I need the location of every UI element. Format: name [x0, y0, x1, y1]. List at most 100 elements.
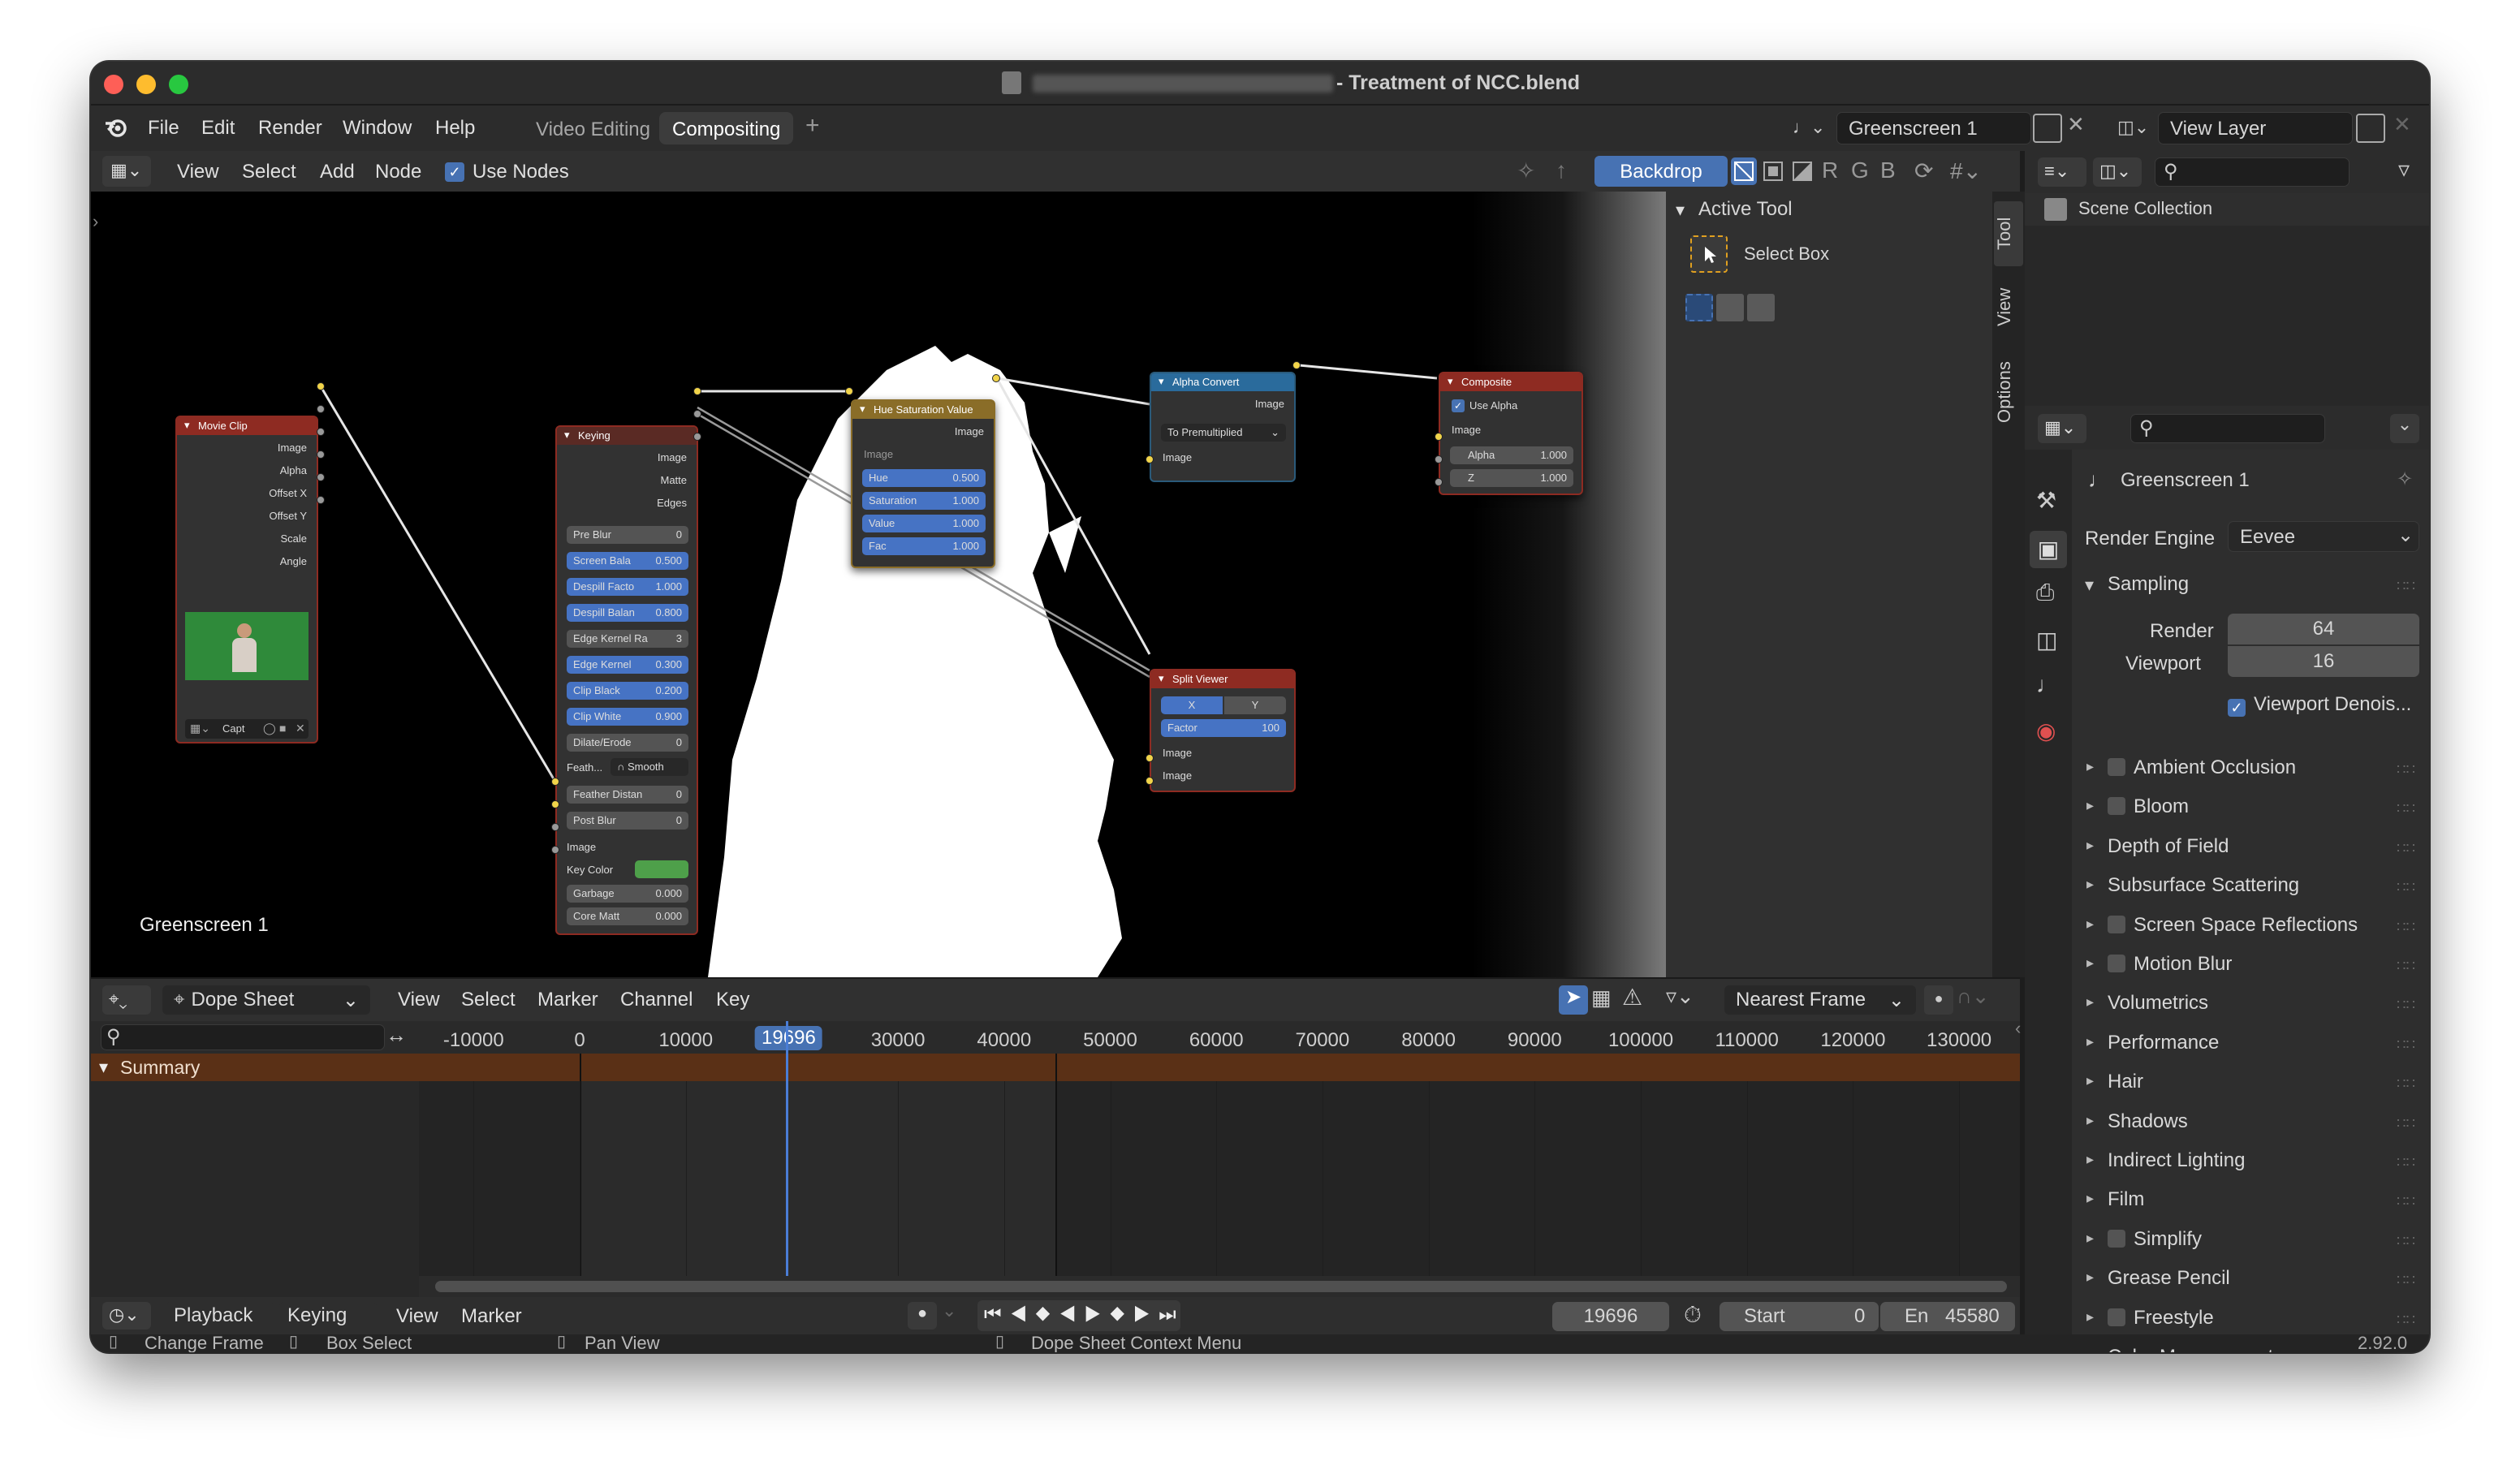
pin-icon[interactable]: ✧: [1517, 157, 1535, 184]
node-movie-clip[interactable]: Movie Clip Image Alpha Offset X Offset Y…: [175, 416, 318, 743]
next-keyframe-icon[interactable]: ◆▶: [1110, 1304, 1159, 1325]
socket-hue-image-in[interactable]: [845, 387, 853, 395]
param-dilate-erode[interactable]: Dilate/Erode 0: [567, 734, 688, 752]
param-despill-balance[interactable]: Despill Balan 0.800: [567, 604, 688, 622]
panel-performance[interactable]: Performance: [2108, 1032, 2219, 1054]
panel-expand-icon[interactable]: ▸: [2086, 1033, 2094, 1050]
view-layer-field[interactable]: View Layer: [2158, 112, 2353, 144]
socket-keying-garbage-in[interactable]: [551, 823, 559, 831]
tab-options[interactable]: Options: [1994, 347, 2023, 437]
horizontal-scrollbar[interactable]: [435, 1281, 2007, 1292]
node-movie-clip-header[interactable]: Movie Clip: [177, 417, 317, 435]
pin-icon[interactable]: ✧: [2397, 468, 2413, 491]
menu-select[interactable]: Select: [461, 989, 516, 1011]
playback-controls[interactable]: ⏮◀◆◀▶◆▶⏭: [977, 1300, 1180, 1331]
panel-screen-space-reflections[interactable]: Screen Space Reflections: [2108, 914, 2358, 937]
viewport-denoise-row[interactable]: ✓ Viewport Denois...: [2228, 693, 2411, 717]
scene-name-field[interactable]: Greenscreen 1: [1836, 112, 2031, 144]
drag-handle-icon[interactable]: ∷∷: [2397, 958, 2415, 975]
drag-handle-icon[interactable]: ∷∷: [2397, 1037, 2415, 1054]
sampling-panel-label[interactable]: Sampling: [2108, 573, 2189, 596]
node-keying-header[interactable]: Keying: [557, 427, 697, 445]
socket-keying-core-in[interactable]: [551, 846, 559, 854]
backdrop-color-alpha-icon[interactable]: [1731, 157, 1757, 185]
panel-expand-icon[interactable]: ▸: [2086, 876, 2094, 893]
backdrop-toggle[interactable]: Backdrop: [1594, 156, 1728, 187]
menu-render[interactable]: Render: [258, 117, 322, 140]
play-reverse-icon[interactable]: ◀: [1059, 1304, 1084, 1325]
close-window-button[interactable]: [104, 75, 123, 94]
socket-composite-image-in[interactable]: [1435, 433, 1443, 441]
menu-select[interactable]: Select: [242, 161, 296, 183]
menu-key[interactable]: Key: [716, 989, 749, 1011]
outliner-editor-type-icon[interactable]: ≡⌄: [2038, 157, 2086, 187]
blender-logo-icon[interactable]: [104, 115, 128, 140]
panel-expand-icon[interactable]: ▸: [2086, 1072, 2094, 1089]
panel-enable-checkbox[interactable]: [2108, 1308, 2125, 1326]
panel-grease-pencil[interactable]: Grease Pencil: [2108, 1267, 2230, 1290]
panel-enable-checkbox[interactable]: [2108, 758, 2125, 776]
panel-expand-icon[interactable]: ▸: [2086, 1269, 2094, 1286]
panel-simplify[interactable]: Simplify: [2108, 1228, 2202, 1251]
node-hue-sat-header[interactable]: Hue Saturation Value: [852, 401, 994, 419]
only-selected-icon[interactable]: ➤: [1559, 985, 1588, 1015]
auto-keying-icon[interactable]: ●: [908, 1302, 937, 1330]
backdrop-color-icon[interactable]: [1760, 157, 1786, 185]
prev-keyframe-icon[interactable]: ◀◆: [1010, 1304, 1059, 1325]
scene-tab-icon[interactable]: ♩: [2036, 672, 2059, 698]
drag-handle-icon[interactable]: ∷∷: [2397, 800, 2415, 817]
param-screen-balance[interactable]: Screen Bala 0.500: [567, 552, 688, 570]
chevron-down-icon[interactable]: ▾: [1676, 200, 1685, 221]
socket-alpha-image-in[interactable]: [1146, 455, 1154, 463]
param-edge-kernel-radius[interactable]: Edge Kernel Ra 3: [567, 630, 688, 648]
drag-handle-icon[interactable]: ∷∷: [2397, 761, 2415, 778]
menu-view[interactable]: View: [398, 989, 440, 1011]
keying-menu[interactable]: Keying ⌄: [279, 1302, 377, 1350]
proportional-edit-icon[interactable]: ●: [1924, 985, 1953, 1015]
node-split-viewer[interactable]: Split Viewer X Y Factor 100 Image Image: [1150, 669, 1296, 792]
render-samples-field[interactable]: 64: [2228, 614, 2419, 644]
drag-handle-icon[interactable]: ∷∷: [2397, 1193, 2415, 1210]
filter-icon[interactable]: ▿⌄: [1666, 984, 1694, 1009]
panel-enable-checkbox[interactable]: [2108, 916, 2125, 933]
menu-help[interactable]: Help: [435, 117, 475, 140]
new-view-layer-icon[interactable]: [2356, 114, 2385, 143]
viewport-denoise-checkbox[interactable]: ✓: [2228, 699, 2246, 717]
toolbar-expand-icon[interactable]: ›: [93, 211, 98, 232]
zoom-window-button[interactable]: [169, 75, 188, 94]
menu-edit[interactable]: Edit: [201, 117, 235, 140]
socket-offset-x[interactable]: [317, 428, 325, 436]
menu-node[interactable]: Node: [375, 161, 421, 183]
panel-expand-icon[interactable]: ▸: [2086, 1230, 2094, 1247]
world-tab-icon[interactable]: ◉: [2036, 718, 2056, 744]
minimize-window-button[interactable]: [136, 75, 156, 94]
param-feather-distance[interactable]: Feather Distan 0: [567, 786, 688, 804]
socket-keying-edges-out[interactable]: [693, 433, 701, 441]
view-layer-tab-icon[interactable]: ◫: [2036, 627, 2057, 653]
scene-browse-button[interactable]: ♩⌄: [1784, 112, 1833, 144]
use-nodes-checkbox[interactable]: ✓: [445, 162, 464, 182]
playhead-line[interactable]: [786, 1021, 788, 1276]
properties-search-input[interactable]: ⚲: [2130, 414, 2325, 443]
param-clip-white[interactable]: Clip White 0.900: [567, 708, 688, 726]
falloff-icon[interactable]: ∩⌄: [1957, 984, 1989, 1009]
drag-handle-icon[interactable]: ∷∷: [2397, 1154, 2415, 1171]
panel-enable-checkbox[interactable]: [2108, 797, 2125, 815]
dopesheet-frame-ruler[interactable]: ⚲ ↔ -10000 0 10000 19696 30000 40000 50000 6000…: [91, 1021, 2020, 1054]
param-value[interactable]: Value 1.000: [862, 515, 986, 532]
add-workspace-icon[interactable]: +: [805, 112, 820, 140]
playback-menu[interactable]: Playback ⌄: [166, 1302, 274, 1350]
panel-expand-icon[interactable]: ▸: [2086, 1308, 2094, 1325]
timeline-menu-view[interactable]: View: [396, 1305, 438, 1328]
panel-expand-icon[interactable]: ▸: [2086, 758, 2094, 775]
backdrop-alpha-icon[interactable]: [1789, 157, 1815, 185]
panel-film[interactable]: Film: [2108, 1188, 2144, 1211]
tab-tool[interactable]: Tool: [1994, 201, 2023, 266]
active-tool-title[interactable]: Active Tool: [1698, 198, 1793, 221]
delete-view-layer-icon[interactable]: ✕: [2393, 112, 2411, 137]
use-alpha-checkbox[interactable]: ✓: [1452, 399, 1465, 412]
mode-subtract-icon[interactable]: [1747, 294, 1775, 321]
delete-scene-icon[interactable]: ✕: [2067, 112, 2085, 137]
panel-ambient-occlusion[interactable]: Ambient Occlusion: [2108, 756, 2296, 779]
outliner-search-input[interactable]: ⚲: [2155, 157, 2350, 187]
